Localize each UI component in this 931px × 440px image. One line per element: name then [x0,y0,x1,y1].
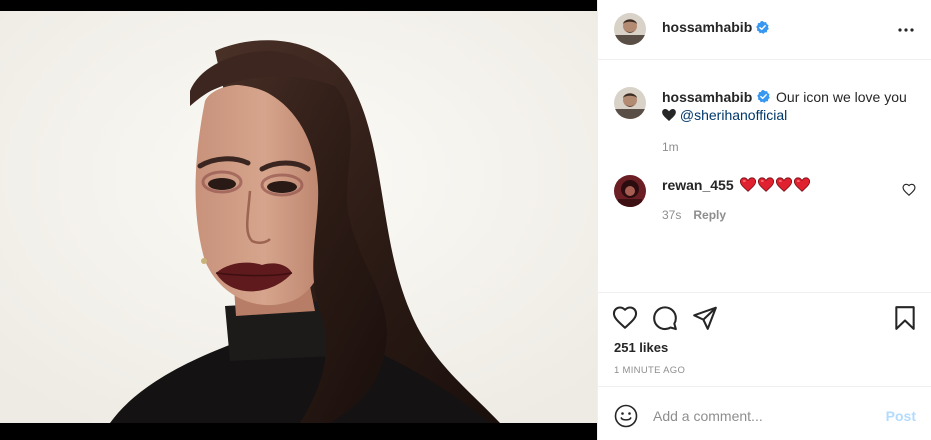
black-heart-icon [662,109,676,121]
reply-button[interactable]: Reply [693,208,726,222]
likes-count[interactable]: 251 likes [614,340,668,355]
caption-username[interactable]: hossamhabib [662,89,752,105]
post-media-pane [0,0,597,440]
author-username[interactable]: hossamhabib [662,19,752,35]
author-avatar[interactable] [614,13,646,45]
post-actions: 251 likes 1 MINUTE AGO [598,292,931,386]
post-comment-button[interactable]: Post [886,408,916,424]
save-bookmark-icon[interactable] [892,305,918,331]
comment-heart-emojis [739,177,810,193]
comment-meta: 37s Reply [662,208,726,222]
comment-text-row: rewan_455 [662,176,810,194]
comment-timestamp[interactable]: 37s [662,208,681,222]
commenter-avatar[interactable] [614,175,646,207]
caption-timestamp[interactable]: 1m [662,140,679,154]
red-heart-icon [793,177,810,192]
more-options-icon[interactable] [896,20,916,40]
portrait-image [0,11,597,423]
commenter-username[interactable]: rewan_455 [662,176,734,194]
like-heart-icon[interactable] [612,305,638,331]
verified-badge-icon [756,20,770,34]
red-heart-icon [775,177,792,192]
post-photo[interactable] [0,11,597,423]
mention-link[interactable]: @sherihanofficial [680,107,787,123]
verified-badge-icon [757,90,770,103]
post-header: hossamhabib [598,0,931,60]
comment-bubble-icon[interactable] [652,305,678,331]
comment-composer: Post [598,386,931,440]
post-timestamp[interactable]: 1 MINUTE AGO [614,365,685,376]
caption-author-avatar[interactable] [614,87,646,119]
caption-message: Our icon we love you [776,89,907,105]
comment-input[interactable] [653,401,873,431]
comments-section: hossamhabib Our icon we love you @sherih… [598,60,931,292]
post-details-panel: hossamhabib hossamhabib Our icon we love… [597,0,931,440]
red-heart-icon [739,177,756,192]
caption-text-block: hossamhabib Our icon we love you @sherih… [662,88,912,124]
author-username-row: hossamhabib [662,19,770,35]
emoji-smiley-icon[interactable] [614,404,638,428]
share-send-icon[interactable] [692,305,718,331]
red-heart-icon [757,177,774,192]
comment-like-heart-icon[interactable] [902,183,916,197]
